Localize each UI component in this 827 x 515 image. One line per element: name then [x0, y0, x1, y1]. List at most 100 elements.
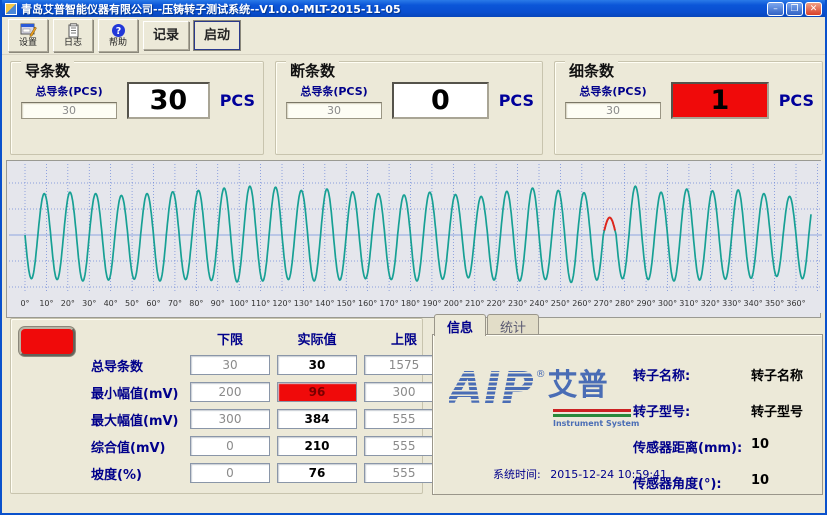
system-time-value: 2015-12-24 10:59:41 — [550, 468, 667, 481]
logo-underline — [553, 409, 631, 417]
log-button[interactable]: 日志 — [53, 19, 93, 52]
svg-text:210°: 210° — [465, 299, 484, 308]
total-bars-unit: PCS — [220, 91, 255, 110]
limit-lower-box: 300 — [190, 409, 270, 429]
bottom-row: 下限实际值上限总导条数30301575最小幅值(mV)20096300最大幅值(… — [2, 314, 827, 499]
svg-text:240°: 240° — [529, 299, 548, 308]
title-bar: 青岛艾普智能仪器有限公司--压铸转子测试系统--V1.0.0-MLT-2015-… — [2, 0, 825, 17]
svg-text:50°: 50° — [125, 299, 139, 308]
info-field-value: 10 — [751, 473, 769, 492]
info-field-value: 转子名称 — [751, 365, 803, 384]
svg-text:90°: 90° — [211, 299, 225, 308]
help-button-label: 帮助 — [109, 38, 127, 48]
info-field-value: 10 — [751, 437, 769, 456]
limit-actual-box: 384 — [277, 409, 357, 429]
restore-button[interactable]: ❐ — [786, 2, 803, 16]
system-time: 系统时间: 2015-12-24 10:59:41 — [493, 466, 667, 482]
aip-logo: AIP ® 艾普 Instrument System — [449, 369, 635, 428]
info-field-label: 转子型号: — [633, 401, 751, 420]
limit-actual-box: 96 — [277, 382, 357, 402]
svg-text:120°: 120° — [272, 299, 291, 308]
log-icon — [65, 23, 82, 38]
app-window: 青岛艾普智能仪器有限公司--压铸转子测试系统--V1.0.0-MLT-2015-… — [0, 0, 827, 515]
alarm-lamp — [19, 327, 75, 356]
tab-statistics[interactable]: 统计 — [487, 314, 539, 335]
broken-bars-input[interactable]: 30 — [286, 102, 382, 119]
svg-text:300°: 300° — [658, 299, 677, 308]
broken-bars-input-label: 总导条(PCS) — [286, 83, 382, 99]
help-button[interactable]: ? 帮助 — [98, 19, 138, 52]
total-bars-input-label: 总导条(PCS) — [21, 83, 117, 99]
limit-lower-box: 30 — [190, 355, 270, 375]
limit-row-label: 最小幅值(mV) — [91, 383, 183, 402]
limit-row-label: 总导条数 — [91, 356, 183, 375]
tab-info[interactable]: 信息 — [434, 314, 486, 336]
svg-text:0°: 0° — [20, 299, 29, 308]
limit-lower-box: 0 — [190, 436, 270, 456]
info-field-label: 转子名称: — [633, 365, 751, 384]
svg-text:270°: 270° — [594, 299, 613, 308]
svg-text:260°: 260° — [572, 299, 591, 308]
limit-lower-box: 200 — [190, 382, 270, 402]
svg-text:350°: 350° — [765, 299, 784, 308]
group-title: 细条数 — [565, 60, 618, 81]
start-button-label: 启动 — [204, 29, 230, 43]
limit-actual-box: 30 — [277, 355, 357, 375]
registered-mark-icon: ® — [536, 369, 546, 380]
group-total-bars: 导条数 总导条(PCS) 30 30 PCS — [10, 61, 264, 155]
svg-text:160°: 160° — [358, 299, 377, 308]
app-icon — [5, 3, 17, 15]
limit-row-label: 最大幅值(mV) — [91, 410, 183, 429]
broken-bars-unit: PCS — [499, 91, 534, 110]
limit-actual-box: 210 — [277, 436, 357, 456]
svg-text:20°: 20° — [61, 299, 75, 308]
waveform-svg: 0°10°20°30°40°50°60°70°80°90°100°110°120… — [7, 161, 824, 313]
svg-text:290°: 290° — [636, 299, 655, 308]
info-panel: 信息 统计 AIP ® 艾普 Instrument System 转子名 — [432, 314, 823, 495]
svg-text:340°: 340° — [744, 299, 763, 308]
counter-row: 导条数 总导条(PCS) 30 30 PCS 断条数 总导条(PCS) 30 0… — [2, 55, 825, 155]
svg-text:220°: 220° — [487, 299, 506, 308]
limit-row-label: 综合值(mV) — [91, 437, 183, 456]
info-field-value: 转子型号 — [751, 401, 803, 420]
total-bars-display: 30 — [127, 82, 210, 119]
log-button-label: 日志 — [64, 38, 82, 48]
svg-text:310°: 310° — [679, 299, 698, 308]
limits-header: 实际值 — [277, 329, 357, 348]
window-title: 青岛艾普智能仪器有限公司--压铸转子测试系统--V1.0.0-MLT-2015-… — [21, 1, 767, 17]
waveform-chart: 0°10°20°30°40°50°60°70°80°90°100°110°120… — [6, 160, 821, 318]
thin-bars-input-label: 总导条(PCS) — [565, 83, 661, 99]
settings-button[interactable]: 设置 — [8, 19, 48, 52]
svg-text:320°: 320° — [701, 299, 720, 308]
settings-button-label: 设置 — [19, 38, 37, 48]
limit-lower-box: 0 — [190, 463, 270, 483]
svg-text:180°: 180° — [401, 299, 420, 308]
thin-bars-unit: PCS — [779, 91, 814, 110]
info-row: 传感器距离(mm):10 — [633, 437, 814, 456]
svg-text:190°: 190° — [422, 299, 441, 308]
group-thin-bars: 细条数 总导条(PCS) 30 1 PCS — [554, 61, 823, 155]
svg-text:140°: 140° — [315, 299, 334, 308]
total-bars-input[interactable]: 30 — [21, 102, 117, 119]
info-field-label: 传感器距离(mm): — [633, 437, 751, 456]
svg-text:?: ? — [115, 26, 121, 37]
svg-text:60°: 60° — [146, 299, 160, 308]
svg-text:40°: 40° — [104, 299, 118, 308]
thin-bars-input[interactable]: 30 — [565, 102, 661, 119]
record-button[interactable]: 记录 — [143, 21, 189, 50]
start-button[interactable]: 启动 — [194, 21, 240, 50]
info-tab-content: AIP ® 艾普 Instrument System 转子名称:转子名称转子型号… — [432, 334, 823, 495]
logo-subtitle: Instrument System — [553, 419, 635, 428]
svg-text:110°: 110° — [251, 299, 270, 308]
logo-text: AIP — [449, 369, 535, 409]
svg-text:360°: 360° — [786, 299, 805, 308]
system-time-label: 系统时间: — [493, 468, 541, 481]
minimize-button[interactable]: – — [767, 2, 784, 16]
svg-text:330°: 330° — [722, 299, 741, 308]
limits-table: 下限实际值上限总导条数30301575最小幅值(mV)20096300最大幅值(… — [91, 329, 444, 483]
info-row: 转子型号:转子型号 — [633, 401, 814, 420]
svg-text:130°: 130° — [294, 299, 313, 308]
info-row: 转子名称:转子名称 — [633, 365, 814, 384]
svg-text:10°: 10° — [39, 299, 53, 308]
close-button[interactable]: ✕ — [805, 2, 822, 16]
